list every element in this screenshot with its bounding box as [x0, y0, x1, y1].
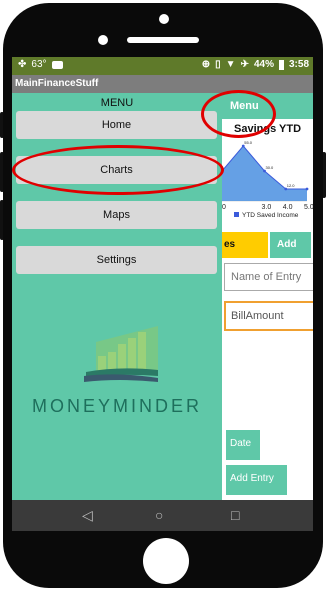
x-tick-label: 3.0	[262, 204, 272, 211]
x-tick-label: 0	[222, 204, 226, 211]
data-point	[305, 187, 309, 191]
data-point	[263, 169, 266, 173]
annotation-circle-menu	[201, 90, 276, 138]
drawer-item-maps[interactable]: Maps	[16, 201, 217, 229]
youtube-icon	[51, 60, 63, 69]
bill-amount-value: BillAmount	[231, 310, 284, 322]
status-bar: ✤ 63° ⊕ ▯ ▼ ✈ 44% 3:58	[12, 57, 313, 75]
moneyminder-logo	[84, 326, 158, 382]
legend-label: YTD Saved Income	[242, 212, 299, 219]
app-title: MainFinanceStuff	[15, 78, 99, 89]
battery-icon	[278, 59, 284, 70]
tab-bar: es Add	[222, 232, 313, 258]
main-content: Menu Savings YTD 55.0 30.0 12.0 0 3.0 4.0 5.0 Y…	[222, 93, 313, 500]
data-label: 12.0	[287, 183, 296, 188]
tab-entries[interactable]: es	[222, 232, 268, 258]
x-tick-label: 5.0	[304, 204, 313, 211]
add-entry-label: Add Entry	[230, 473, 274, 484]
recents-icon[interactable]: □	[231, 507, 239, 523]
clock: 3:58	[288, 59, 309, 70]
savings-chart: 55.0 30.0 12.0 0 3.0 4.0 5.0 YTD Saved Income	[222, 140, 313, 219]
date-button[interactable]: Date	[226, 430, 260, 460]
app-bar: MainFinanceStuff	[12, 75, 313, 93]
tab-add[interactable]: Add	[270, 232, 311, 258]
airplane-icon: ✈	[240, 59, 249, 70]
drawer-title: MENU	[100, 97, 134, 109]
hardware-home-button[interactable]	[143, 538, 189, 584]
series-area	[222, 146, 307, 201]
sensor	[98, 35, 108, 45]
annotation-circle-charts	[12, 145, 224, 195]
bill-amount-input[interactable]: BillAmount	[224, 301, 313, 331]
screen: ✤ 63° ⊕ ▯ ▼ ✈ 44% 3:58 MainFinanceStuff …	[12, 57, 313, 531]
x-tick-label: 4.0	[283, 204, 293, 211]
sync-icon: ⊕	[201, 59, 211, 70]
date-button-label: Date	[230, 438, 252, 449]
wifi-icon: ▼	[225, 59, 236, 70]
data-point	[284, 187, 288, 191]
android-nav-bar: ◁ ○ □	[12, 500, 313, 531]
tab-entries-label: es	[224, 239, 236, 250]
home-icon[interactable]: ○	[155, 507, 163, 523]
tab-add-label: Add	[277, 239, 297, 250]
back-icon[interactable]: ◁	[82, 507, 93, 524]
battery-percent: 44%	[253, 59, 274, 70]
fan-icon: ✤	[18, 59, 27, 70]
data-label: 30.0	[266, 165, 275, 170]
drawer-item-home[interactable]: Home	[16, 111, 217, 139]
temperature: 63°	[31, 59, 47, 70]
vibrate-icon: ▯	[215, 59, 221, 70]
legend-swatch	[234, 212, 239, 217]
entry-name-placeholder: Name of Entry	[231, 271, 302, 283]
add-entry-button[interactable]: Add Entry	[226, 465, 287, 495]
drawer-item-settings[interactable]: Settings	[16, 246, 217, 274]
brand-wordmark: MONEYMINDER	[31, 396, 202, 416]
earpiece-speaker	[127, 37, 199, 43]
front-camera	[159, 14, 169, 24]
data-point	[241, 144, 245, 148]
data-label: 55.0	[244, 140, 253, 145]
entry-name-input[interactable]: Name of Entry	[224, 263, 313, 291]
phone-frame: ✤ 63° ⊕ ▯ ▼ ✈ 44% 3:58 MainFinanceStuff …	[0, 0, 326, 591]
